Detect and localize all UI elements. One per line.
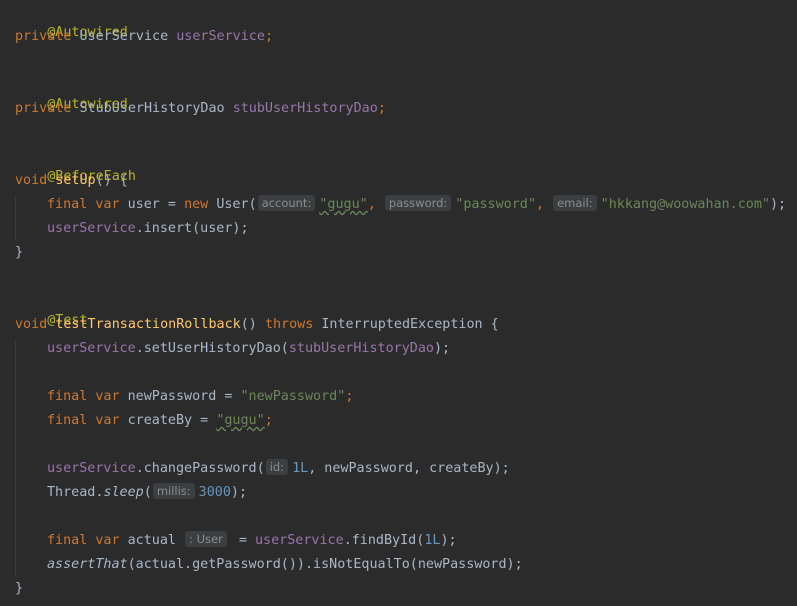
type-hint: : User xyxy=(185,531,227,547)
code-text: ); xyxy=(769,197,787,212)
keyword: private xyxy=(15,29,72,44)
keyword: final xyxy=(47,197,88,212)
keyword: private xyxy=(15,101,72,116)
field-name: userService xyxy=(255,533,344,548)
separator: , xyxy=(535,197,553,212)
semicolon: ; xyxy=(345,389,354,404)
code-text: (actual.getPassword()).isNotEqualTo(newP… xyxy=(127,557,523,572)
method-name: testTransactionRollback xyxy=(55,317,241,332)
semicolon: ; xyxy=(264,413,273,428)
keyword: final xyxy=(47,413,88,428)
param-hint-id: id: xyxy=(265,459,289,475)
keyword: var xyxy=(95,197,120,212)
code-line[interactable]: userService.setUserHistoryDao(stubUserHi… xyxy=(47,339,450,359)
code-text: , newPassword, createBy); xyxy=(308,461,510,476)
code-text: InterruptedException { xyxy=(313,317,499,332)
param-hint-password: password: xyxy=(384,195,452,211)
code-text: .findById( xyxy=(343,533,425,548)
code-text: createBy = xyxy=(127,413,217,428)
code-text: ); xyxy=(440,533,457,548)
code-line[interactable]: @Autowired xyxy=(15,3,128,40)
code-line[interactable]: void setUp() { xyxy=(15,171,128,191)
keyword: throws xyxy=(264,317,314,332)
semicolon: ; xyxy=(264,29,273,44)
string-literal: "gugu" xyxy=(319,197,368,212)
variable-name: actual xyxy=(127,533,176,548)
field-name: userService xyxy=(47,461,136,476)
code-text: User( xyxy=(216,197,257,212)
keyword: var xyxy=(95,389,120,404)
code-line[interactable]: userService.changePassword(id: 1L, newPas… xyxy=(47,459,510,479)
keyword: final xyxy=(47,389,88,404)
code-editor[interactable]: @Autowired private UserService userServi… xyxy=(0,0,797,606)
method-call: assertThat xyxy=(47,557,128,572)
code-text: () xyxy=(240,317,265,332)
string-literal: "gugu" xyxy=(216,413,265,428)
string-literal: "hkkang@woowahan.com" xyxy=(600,197,770,212)
field-name: stubUserHistoryDao xyxy=(288,341,434,356)
keyword: new xyxy=(184,197,209,212)
code-text: ( xyxy=(143,485,152,500)
keyword: var xyxy=(95,533,120,548)
code-line[interactable]: Thread.sleep(millis: 3000); xyxy=(47,483,247,503)
string-literal: "newPassword" xyxy=(240,389,346,404)
code-text: ); xyxy=(434,341,451,356)
code-line[interactable]: void testTransactionRollback() throws In… xyxy=(15,315,499,335)
param-hint-account: account: xyxy=(257,195,316,211)
code-text: = xyxy=(230,533,255,548)
code-line[interactable]: private StubUserHistoryDao stubUserHisto… xyxy=(15,99,386,119)
type-name: StubUserHistoryDao xyxy=(79,101,225,116)
code-line[interactable]: assertThat(actual.getPassword()).isNotEq… xyxy=(47,555,523,575)
keyword: var xyxy=(95,413,120,428)
field-name: stubUserHistoryDao xyxy=(232,101,378,116)
code-text: = xyxy=(159,197,185,212)
param-hint-email: email: xyxy=(553,195,597,211)
code-line[interactable]: final var createBy = "gugu"; xyxy=(47,411,273,431)
class-name: Thread. xyxy=(47,485,104,500)
param-hint-millis: millis: xyxy=(152,483,195,499)
code-line[interactable]: @Autowired xyxy=(15,75,128,112)
separator: , xyxy=(367,197,384,212)
code-text: .changePassword( xyxy=(135,461,265,476)
code-text: .insert(user); xyxy=(135,221,249,236)
code-text: .setUserHistoryDao( xyxy=(135,341,289,356)
method-call: sleep xyxy=(103,485,144,500)
semicolon: ; xyxy=(377,101,386,116)
code-line[interactable]: userService.insert(user); xyxy=(47,219,249,239)
code-line[interactable]: } xyxy=(15,243,23,263)
code-line[interactable]: private UserService userService; xyxy=(15,27,273,47)
variable-name: user xyxy=(127,197,160,212)
number-literal: 1L xyxy=(292,461,309,476)
closing-brace: } xyxy=(15,581,24,596)
keyword: void xyxy=(15,317,48,332)
code-line[interactable]: @Test xyxy=(15,291,87,328)
code-line[interactable]: final var user = new User(account: "gugu"… xyxy=(47,195,786,215)
indent-guide xyxy=(15,340,16,576)
string-literal: "password" xyxy=(455,197,536,212)
code-line[interactable]: final var newPassword = "newPassword"; xyxy=(47,387,353,407)
field-name: userService xyxy=(176,29,265,44)
field-name: userService xyxy=(47,341,136,356)
number-literal: 1L xyxy=(424,533,441,548)
closing-brace: } xyxy=(15,245,24,260)
type-name: UserService xyxy=(79,29,169,44)
code-line[interactable]: } xyxy=(15,579,23,599)
field-name: userService xyxy=(47,221,136,236)
code-line[interactable]: @BeforeEach xyxy=(15,147,136,184)
method-name: setUp xyxy=(55,173,96,188)
code-line[interactable]: final var actual : User = userService.fi… xyxy=(47,531,457,551)
code-text: () { xyxy=(95,173,128,188)
keyword: void xyxy=(15,173,48,188)
keyword: final xyxy=(47,533,88,548)
code-text: newPassword = xyxy=(127,389,241,404)
number-literal: 3000 xyxy=(198,485,231,500)
code-text: ); xyxy=(230,485,248,500)
